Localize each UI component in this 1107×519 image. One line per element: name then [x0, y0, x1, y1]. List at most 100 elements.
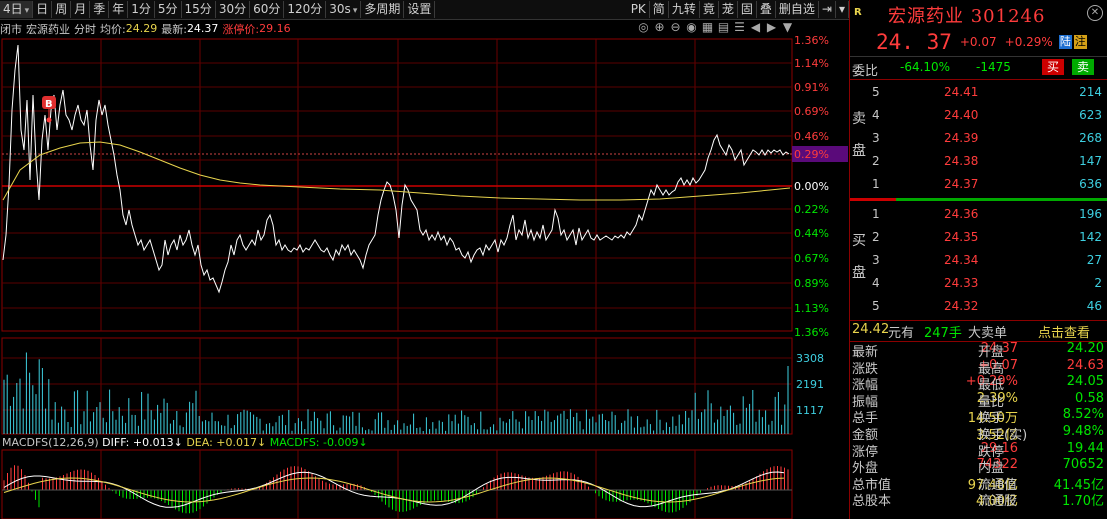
bids-level: 1: [872, 207, 880, 221]
buy-button[interactable]: 买: [1042, 59, 1064, 75]
ask-label-2: 盘: [852, 143, 866, 159]
asks-price: 24.39: [944, 131, 979, 145]
stat-value: 19.44: [1066, 440, 1104, 456]
bids-row[interactable]: 1 24.36 196: [868, 203, 1106, 225]
big-order-row: 24.42 元有 247手 大卖单 点击查看: [850, 320, 1107, 342]
asks-level: 3: [872, 131, 880, 145]
stat-row: 总股本 4.00亿 流通股 1.70亿: [850, 490, 1107, 510]
bid-book: 买 盘 1 24.36 196 2 24.35 142 3 24.34 27 4 24.33 2 5 24…: [850, 201, 1107, 320]
sell-button[interactable]: 卖: [1072, 59, 1094, 75]
stat-label: 流通股: [978, 494, 1018, 510]
bids-row[interactable]: 5 24.32 46: [868, 295, 1106, 317]
asks-level: 5: [872, 85, 880, 99]
stat-value: 9.48%: [1062, 424, 1104, 439]
macd-panel-border: [1, 449, 793, 519]
asks-row[interactable]: 1 24.37 636: [868, 173, 1106, 195]
stock-title: 宏源药业 301246: [888, 6, 1046, 27]
bids-price: 24.34: [944, 253, 979, 267]
macd-dea: DEA: +0.017↓: [186, 436, 267, 449]
asks-volume: 636: [1079, 177, 1102, 191]
bids-row[interactable]: 3 24.34 27: [868, 249, 1106, 271]
stat-value: 8.52%: [1062, 407, 1104, 423]
macd-macdfs: MACDFS: -0.009↓: [269, 436, 368, 449]
price-axis-label: 1.14%: [794, 57, 829, 70]
price-axis-label: 0.46%: [794, 130, 829, 143]
price-panel-border: [1, 38, 793, 332]
price-axis-label: 0.22%: [794, 203, 829, 216]
tick-unit: 元有: [888, 326, 915, 341]
tick-vol: 247手: [924, 326, 962, 341]
price-axis-label: 1.36%: [794, 326, 829, 339]
chart-area[interactable]: 4日日周月季年1分5分15分30分60分120分30s多周期设置 PK简九转竟茏…: [0, 0, 849, 519]
price-row: 24. 37 +0.07 +0.29% 陆注: [850, 29, 1107, 55]
stat-row: 总手 14.50万 换手 8.52%: [850, 407, 1107, 426]
bids-price: 24.35: [944, 230, 979, 244]
weibi-row: 委比 -64.10% -1475 买 卖: [850, 56, 1107, 80]
asks-row[interactable]: 4 24.40 623: [868, 104, 1106, 126]
price-axis-label: 0.69%: [794, 105, 829, 118]
volume-axis-label: 3308: [796, 352, 824, 365]
quote-panel: R 宏源药业 301246 ✕ 24. 37 +0.07 +0.29% 陆注 委…: [849, 0, 1107, 519]
bids-price: 24.32: [944, 299, 979, 313]
stat-row: 最新 24.37 开盘 24.20: [850, 341, 1107, 360]
stat-row: 涨幅 +0.29% 最低 24.05: [850, 374, 1107, 393]
asks-price: 24.38: [944, 154, 979, 168]
stat-row: 涨跌 +0.07 最高 24.63: [850, 358, 1107, 377]
zhu-badge: 注: [1073, 35, 1087, 49]
price-axis-current: 0.29%: [794, 148, 829, 161]
volume-axis-label: 2191: [796, 378, 824, 391]
bids-level: 3: [872, 253, 880, 267]
asks-price: 24.37: [944, 177, 979, 191]
bids-volume: 196: [1079, 207, 1102, 221]
stat-value: 1.70亿: [1062, 494, 1104, 510]
view-detail-link[interactable]: 点击查看: [1038, 322, 1090, 341]
price-axis-label: 0.91%: [794, 81, 829, 94]
stat-value: 70652: [1062, 457, 1104, 473]
price-axis-label: 1.36%: [794, 34, 829, 47]
bids-volume: 27: [1086, 253, 1102, 267]
current-price: 24. 37: [876, 30, 952, 54]
weibi-pct: -64.10%: [900, 60, 951, 74]
asks-volume: 623: [1079, 108, 1102, 122]
price-axis-zero: 0.00%: [794, 180, 829, 193]
bids-level: 2: [872, 230, 880, 244]
bids-volume: 46: [1086, 299, 1102, 313]
bids-level: 5: [872, 299, 880, 313]
stat-value: 24.20: [1066, 341, 1104, 356]
buy-marker-label: B: [45, 99, 53, 110]
macd-legend: MACDFS(12,26,9) DIFF: +0.013↓ DEA: +0.01…: [2, 436, 368, 449]
stat-row: 振幅 2.39% 量比 0.58: [850, 390, 1107, 410]
lu-badge: 陆: [1058, 35, 1072, 49]
macd-diff: DIFF: +0.013↓: [102, 436, 183, 449]
asks-price: 24.41: [944, 85, 979, 99]
price-line: [2, 44, 790, 294]
tick-price: 24.42: [852, 322, 890, 337]
ask-book: 卖 盘 5 24.41 214 4 24.40 623 3 24.39 268 2 24.38 147…: [850, 79, 1107, 198]
asks-row[interactable]: 2 24.38 147: [868, 150, 1106, 172]
stat-value: 24.05: [1066, 374, 1104, 390]
stat-value: 0.58: [1075, 390, 1104, 406]
stat-row: 外盘 74322 内盘 70652: [850, 457, 1107, 476]
macd-label: MACDFS(12,26,9): [2, 436, 99, 449]
price-change: +0.07: [959, 35, 997, 49]
avg-price-line: [2, 141, 791, 201]
bids-row[interactable]: 4 24.33 2: [868, 272, 1106, 294]
asks-row[interactable]: 5 24.41 214: [868, 81, 1106, 103]
tick-type: 大卖单: [968, 326, 1008, 341]
buy-marker-dot: [46, 117, 52, 123]
asks-row[interactable]: 3 24.39 268: [868, 127, 1106, 149]
price-axis-label: 0.44%: [794, 227, 829, 240]
bids-row[interactable]: 2 24.35 142: [868, 226, 1106, 248]
quote-header: R 宏源药业 301246 ✕: [850, 0, 1107, 28]
bids-volume: 2: [1094, 276, 1102, 290]
close-icon[interactable]: ✕: [1087, 5, 1103, 21]
bids-price: 24.33: [944, 276, 979, 290]
volume-axis-label: 1117: [796, 404, 824, 417]
asks-level: 4: [872, 108, 880, 122]
weibi-label: 委比: [852, 64, 879, 79]
asks-level: 1: [872, 177, 880, 191]
stat-row: 总市值 97.48亿 流通值 41.45亿: [850, 474, 1107, 493]
stat-row: 金额 3.52亿 换手(实) 9.48%: [850, 424, 1107, 443]
asks-volume: 147: [1079, 154, 1102, 168]
bids-level: 4: [872, 276, 880, 290]
